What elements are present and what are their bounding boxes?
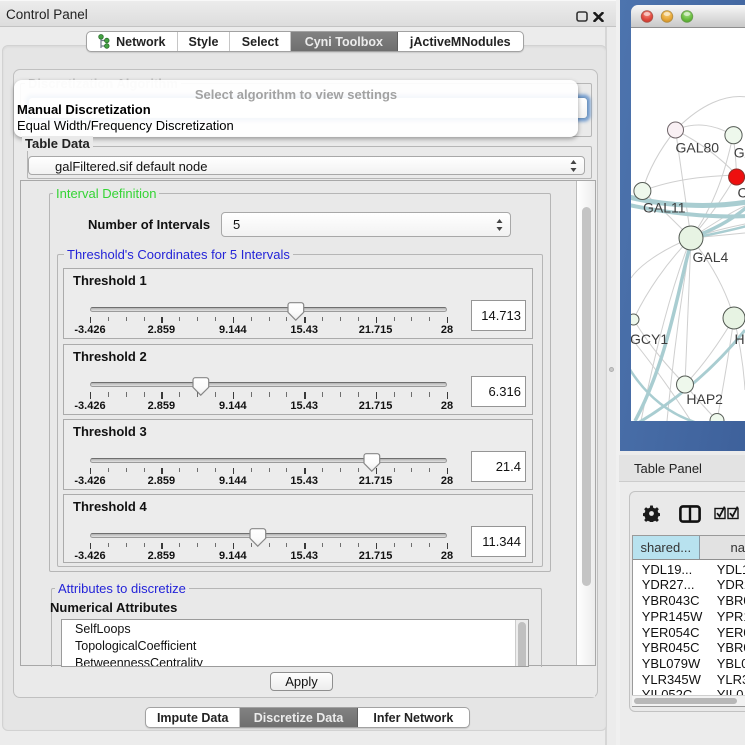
svg-text:HIS: HIS	[735, 331, 745, 347]
svg-text:GA: GA	[734, 145, 745, 161]
svg-text:GAL11: GAL11	[643, 200, 686, 216]
svg-text:C: C	[738, 185, 745, 201]
svg-text:HAP2: HAP2	[686, 391, 723, 407]
svg-text:GAL80: GAL80	[676, 140, 720, 156]
svg-text:GAL4: GAL4	[693, 249, 729, 265]
svg-text:GCY1: GCY1	[631, 331, 668, 347]
